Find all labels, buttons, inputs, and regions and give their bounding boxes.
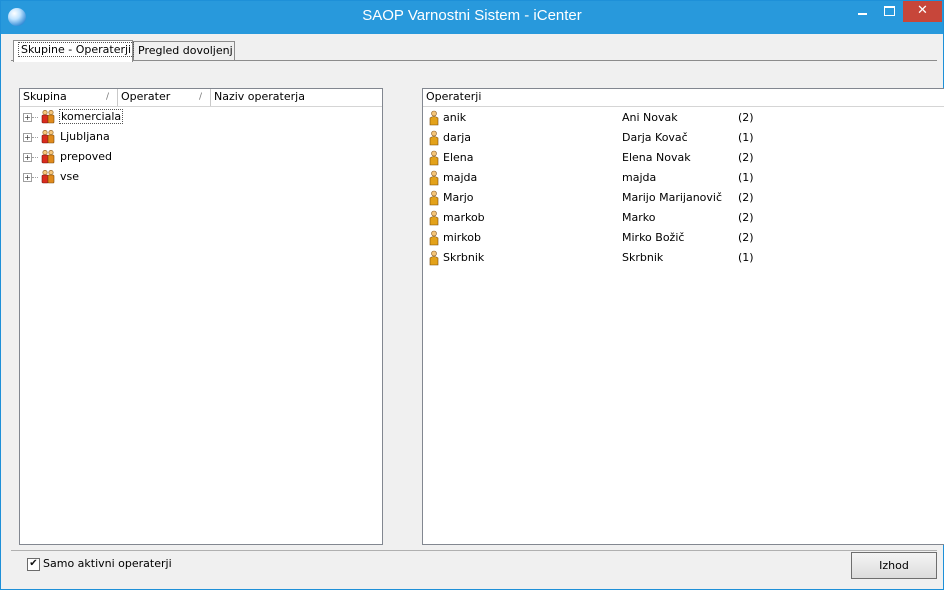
column-label: Operaterji <box>426 90 482 103</box>
column-naziv-operaterja[interactable]: Naziv operaterja <box>211 89 382 106</box>
operator-count: (2) <box>738 211 754 224</box>
operator-row[interactable]: anik Ani Novak (2) <box>423 108 944 128</box>
tree-connector <box>32 117 38 118</box>
window-title: SAOP Varnostni Sistem - iCenter <box>362 7 582 24</box>
operator-row[interactable]: markob Marko (2) <box>423 208 944 228</box>
tree-item-label: vse <box>60 170 80 183</box>
operators-list-header: Operaterji <box>423 89 944 107</box>
user-icon <box>429 130 439 146</box>
expand-icon[interactable]: + <box>23 133 32 142</box>
tree-connector <box>32 157 38 158</box>
minimize-icon <box>858 13 867 15</box>
operator-name: Ani Novak <box>622 111 678 124</box>
operator-login: majda <box>443 171 478 184</box>
user-icon <box>429 190 439 206</box>
group-icon <box>41 109 55 124</box>
group-icon <box>41 169 55 184</box>
tree-connector <box>32 137 38 138</box>
minimize-button[interactable] <box>849 1 876 22</box>
sort-icon: / <box>198 92 202 102</box>
tab-skupine-operaterji[interactable]: Skupine - Operaterji <box>13 40 135 62</box>
column-label: Skupina <box>23 90 67 103</box>
operator-count: (2) <box>738 191 754 204</box>
operator-name: Elena Novak <box>622 151 691 164</box>
operator-name: Marijo Marijanovič <box>622 191 723 204</box>
tab-label: Skupine - Operaterji <box>18 42 135 57</box>
tree-item-label: prepoved <box>60 150 113 163</box>
operator-row[interactable]: Elena Elena Novak (2) <box>423 148 944 168</box>
operator-name: majda <box>622 171 657 184</box>
operator-login: anik <box>443 111 467 124</box>
column-operaterji[interactable]: Operaterji <box>423 89 944 106</box>
operators-list-panel[interactable]: Operaterji anik Ani Novak (2) darja Darj… <box>422 88 944 545</box>
operator-count: (2) <box>738 231 754 244</box>
operator-count: (2) <box>738 151 754 164</box>
tab-pregled-dovoljenj[interactable]: Pregled dovoljenj <box>133 41 235 61</box>
operator-login: mirkob <box>443 231 481 244</box>
operator-row[interactable]: majda majda (1) <box>423 168 944 188</box>
close-icon: ✕ <box>917 3 928 18</box>
column-skupina[interactable]: Skupina / <box>20 89 118 106</box>
operator-login: markob <box>443 211 485 224</box>
expand-icon[interactable]: + <box>23 113 32 122</box>
group-icon <box>41 129 55 144</box>
operator-row[interactable]: Skrbnik Skrbnik (1) <box>423 248 944 268</box>
active-operators-checkbox[interactable]: ✔ <box>27 558 40 571</box>
operator-count: (1) <box>738 251 754 264</box>
tab-label: Pregled dovoljenj <box>138 44 233 57</box>
operator-name: Marko <box>622 211 656 224</box>
groups-tree-panel[interactable]: Skupina / Operater / Naziv operaterja + … <box>19 88 383 545</box>
tree-item-komerciala[interactable]: + komerciala <box>20 108 382 128</box>
column-operater[interactable]: Operater / <box>118 89 211 106</box>
tab-divider <box>11 60 937 61</box>
user-icon <box>429 150 439 166</box>
maximize-icon <box>884 6 895 16</box>
tree-item-label: Ljubljana <box>60 130 110 143</box>
operator-row[interactable]: darja Darja Kovač (1) <box>423 128 944 148</box>
operator-count: (2) <box>738 111 754 124</box>
tree-item-vse[interactable]: + vse <box>20 168 382 188</box>
user-icon <box>429 250 439 266</box>
operator-login: Marjo <box>443 191 474 204</box>
user-icon <box>429 210 439 226</box>
column-label: Operater <box>121 90 171 103</box>
check-icon: ✔ <box>29 558 38 569</box>
tree-item-label: komerciala <box>59 109 124 124</box>
user-icon <box>429 230 439 246</box>
operator-login: Skrbnik <box>443 251 485 264</box>
close-button[interactable]: ✕ <box>903 1 942 22</box>
column-label: Naziv operaterja <box>214 90 305 103</box>
tree-item-ljubljana[interactable]: + Ljubljana <box>20 128 382 148</box>
expand-icon[interactable]: + <box>23 173 32 182</box>
tree-connector <box>32 177 38 178</box>
operator-row[interactable]: Marjo Marijo Marijanovič (2) <box>423 188 944 208</box>
exit-button[interactable]: Izhod <box>851 552 937 579</box>
tree-item-prepoved[interactable]: + prepoved <box>20 148 382 168</box>
title-bar[interactable]: SAOP Varnostni Sistem - iCenter ✕ <box>1 1 943 34</box>
user-icon <box>429 170 439 186</box>
operator-count: (1) <box>738 131 754 144</box>
user-icon <box>429 110 439 126</box>
operator-name: Skrbnik <box>622 251 664 264</box>
groups-tree-header: Skupina / Operater / Naziv operaterja <box>20 89 382 107</box>
operator-row[interactable]: mirkob Mirko Božič (2) <box>423 228 944 248</box>
footer-divider <box>11 550 937 551</box>
sort-icon: / <box>105 92 109 102</box>
expand-icon[interactable]: + <box>23 153 32 162</box>
active-operators-label[interactable]: Samo aktivni operaterji <box>43 557 172 570</box>
operator-count: (1) <box>738 171 754 184</box>
app-window: SAOP Varnostni Sistem - iCenter ✕ Skupin… <box>0 0 944 590</box>
operator-name: Mirko Božič <box>622 231 685 244</box>
operator-name: Darja Kovač <box>622 131 688 144</box>
operator-login: Elena <box>443 151 474 164</box>
group-icon <box>41 149 55 164</box>
maximize-button[interactable] <box>876 1 903 22</box>
operator-login: darja <box>443 131 472 144</box>
